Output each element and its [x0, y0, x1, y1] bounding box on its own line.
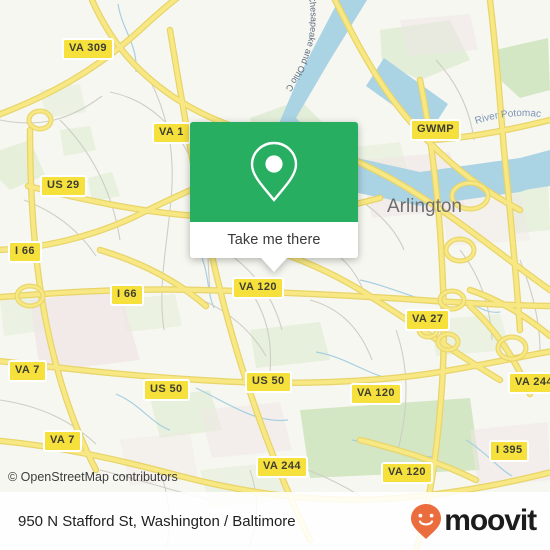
osm-attribution[interactable]: © OpenStreetMap contributors: [8, 470, 178, 484]
road-shield-va-120-c: VA 120: [350, 383, 402, 405]
road-shield-va-27: VA 27: [405, 309, 451, 331]
road-shield-i-66-e: I 66: [110, 284, 144, 306]
take-me-there-label: Take me there: [227, 232, 321, 248]
road-shield-i-66-w: I 66: [8, 241, 42, 263]
map-pin-icon: [250, 141, 298, 202]
road-shield-va-309: VA 309: [62, 38, 114, 60]
moovit-logo[interactable]: moovit: [409, 502, 537, 540]
road-shield-gwmp: GWMP: [410, 119, 462, 141]
moovit-pin-smile-icon: [411, 504, 442, 539]
place-label-arlington: Arlington: [387, 196, 462, 217]
map-screen: Chesapeake and Ohio Canal River Potomac …: [0, 0, 550, 550]
road-shield-va-244-s: VA 244: [256, 456, 308, 478]
road-shield-va-244-e: VA 244: [508, 372, 550, 394]
footer-bar: 950 N Stafford St, Washington / Baltimor…: [0, 492, 550, 550]
road-shield-i-395: I 395: [489, 440, 530, 462]
road-shield-us-50-w: US 50: [143, 379, 190, 401]
map-canvas[interactable]: Chesapeake and Ohio Canal River Potomac …: [0, 0, 550, 550]
road-shield-va-120-n: VA 120: [232, 277, 284, 299]
address-label: 950 N Stafford St, Washington / Baltimor…: [18, 512, 296, 530]
moovit-wordmark: moovit: [444, 504, 537, 537]
take-me-there-button[interactable]: Take me there: [190, 222, 358, 258]
popup-icon-area: [190, 122, 358, 222]
road-shield-va-7-n: VA 7: [8, 360, 47, 382]
road-shield-va-120-s: VA 120: [381, 462, 433, 484]
road-shield-us-50-e: US 50: [245, 371, 292, 393]
destination-popup-card[interactable]: Take me there: [190, 122, 358, 272]
road-shield-va-1: VA 1: [152, 122, 191, 144]
popup-tail-triangle: [261, 258, 287, 272]
road-shield-us-29: US 29: [40, 175, 87, 197]
road-shield-va-7-s: VA 7: [43, 430, 82, 452]
